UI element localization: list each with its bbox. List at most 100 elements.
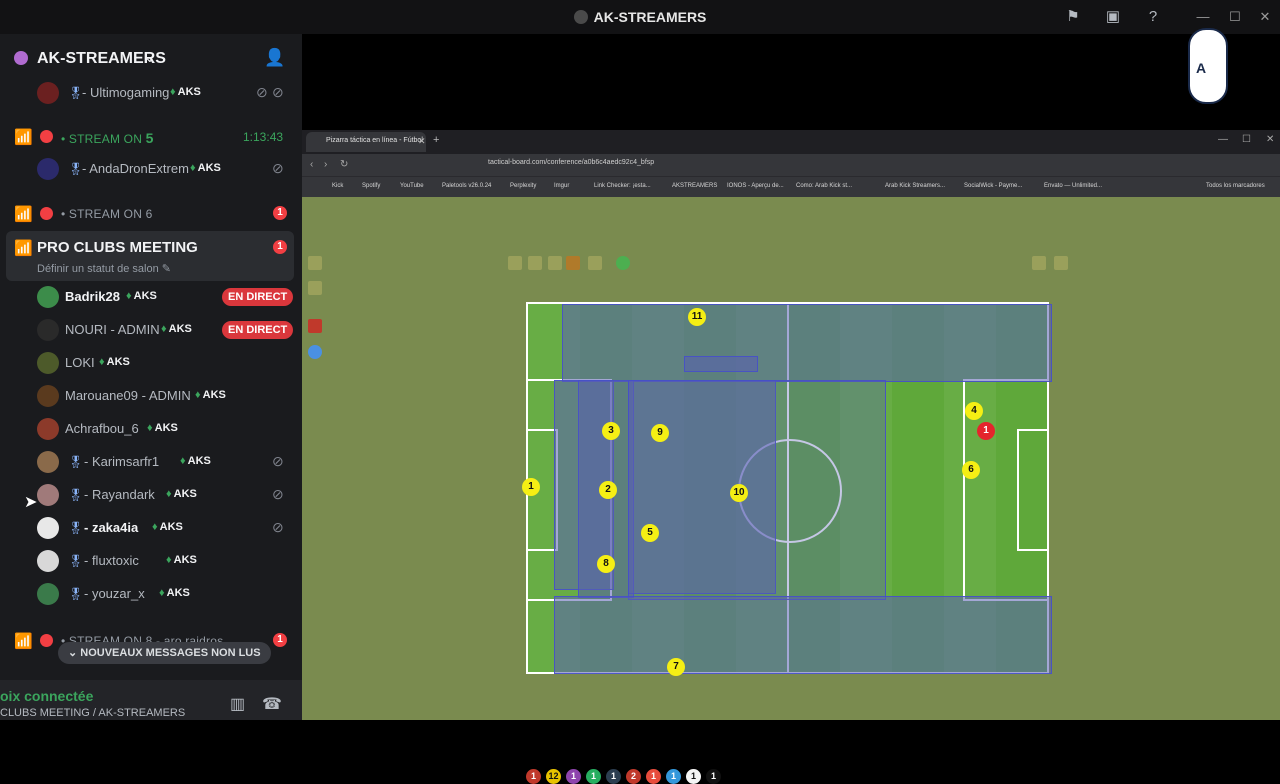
grid-icon[interactable] xyxy=(566,256,580,270)
voice-user[interactable]: 🎖 - Karimsarfr1 ♦ AKS ⊘ xyxy=(0,447,302,477)
voice-user[interactable]: LOKI ♦ AKS xyxy=(0,348,302,378)
channel-stream-5[interactable]: 📶 • STREAM ON 5 1:13:43 xyxy=(0,120,302,152)
download-icon[interactable] xyxy=(508,256,522,270)
chevron-down-icon[interactable]: ⌄ xyxy=(144,49,156,66)
bookmark-item[interactable]: Paletools v26.0.24 xyxy=(442,183,491,189)
bookmark-item[interactable]: Spotify xyxy=(362,183,380,189)
language-flag-icon[interactable] xyxy=(308,319,322,333)
help-icon[interactable]: ? xyxy=(1144,8,1162,26)
medal-icon: 🎖 xyxy=(68,521,84,535)
bookmark-item[interactable]: YouTube xyxy=(400,183,424,189)
palette-chip[interactable]: 1 xyxy=(606,769,621,784)
expand-icon[interactable] xyxy=(308,281,322,295)
player-token[interactable]: 1 xyxy=(522,478,540,496)
channel-stream-6[interactable]: 📶 • STREAM ON 6 1 xyxy=(0,197,302,229)
bookmark-item[interactable]: SocialWick - Payme... xyxy=(964,183,1022,189)
bookmark-item[interactable]: Perplexity xyxy=(510,183,536,189)
palette-chip[interactable]: 1 xyxy=(666,769,681,784)
palette-chip[interactable]: 1 xyxy=(566,769,581,784)
disconnect-icon[interactable]: ☎ xyxy=(262,694,282,714)
player-token[interactable]: 9 xyxy=(651,424,669,442)
tactic-zone[interactable] xyxy=(684,356,758,372)
tactic-zone[interactable] xyxy=(562,304,1052,382)
maximize-button[interactable]: ☐ xyxy=(1226,8,1244,26)
bookmark-item[interactable]: AKSTREAMERS xyxy=(672,183,717,189)
help-icon[interactable] xyxy=(308,345,322,359)
url-field[interactable]: tactical-board.com/conference/a0b6c4aedc… xyxy=(488,159,988,171)
add-user-icon[interactable]: 👤 xyxy=(264,48,285,68)
opponent-token[interactable]: 1 xyxy=(977,422,995,440)
channel-name: • STREAM ON 5 xyxy=(61,130,154,146)
voice-user[interactable]: Achrafbou_6 ♦ AKS xyxy=(0,414,302,444)
tactic-zone[interactable] xyxy=(628,380,886,600)
app-title: AK-STREAMERS xyxy=(0,9,1280,25)
bookmark-item[interactable]: Arab Kick Streamers... xyxy=(885,183,945,189)
new-tab-icon[interactable]: + xyxy=(433,134,439,146)
voice-user[interactable]: 🎖 - Ultimogaming ♦ AKS ⊘ ⊘ xyxy=(0,78,302,108)
minimize-button[interactable]: — xyxy=(1194,8,1212,26)
bookmark-item[interactable]: Link Checker: ¡esta... xyxy=(594,183,651,189)
voice-user[interactable]: 🎖 - Rayandark ♦ AKS ⊘ xyxy=(0,480,302,510)
player-token[interactable]: 5 xyxy=(641,524,659,542)
player-token[interactable]: 10 xyxy=(730,484,748,502)
bookmark-item[interactable]: Envato — Unlimited... xyxy=(1044,183,1102,189)
palette-chip[interactable]: 1 xyxy=(686,769,701,784)
voice-user[interactable]: Badrik28 ♦ AKS EN DIRECT xyxy=(0,282,302,312)
bookmark-item[interactable]: Kick xyxy=(332,183,343,189)
screen-share-icon[interactable]: ▣ xyxy=(1104,8,1122,26)
link-icon[interactable] xyxy=(588,256,602,270)
bookmark-item[interactable]: Imgur xyxy=(554,183,569,189)
voice-user[interactable]: NOURI - ADMIN ♦ AKS EN DIRECT xyxy=(0,315,302,345)
voice-user[interactable]: Marouane09 - ADMIN ♦ AKS xyxy=(0,381,302,411)
soundboard-icon[interactable]: ▥ xyxy=(230,694,245,714)
close-button[interactable]: ✕ xyxy=(1256,8,1274,26)
bookmark-item[interactable]: Como: Arab Kick st... xyxy=(796,183,852,189)
close-button[interactable]: ✕ xyxy=(1266,134,1274,145)
palette-chip[interactable]: 12 xyxy=(546,769,561,784)
voice-user[interactable]: 🎖 - AndaDronExtrem ♦ AKS ⊘ xyxy=(0,154,302,184)
voice-user[interactable]: 🎖 - zaka4ia ♦ AKS ⊘ xyxy=(0,513,302,543)
user-tag: ♦ AKS xyxy=(126,290,157,302)
new-messages-button[interactable]: ⌄ NOUVEAUX MESSAGES NON LUS xyxy=(58,642,271,664)
voice-user[interactable]: 🎖 - fluxtoxic ♦ AKS xyxy=(0,546,302,576)
flag-icon[interactable]: ⚑ xyxy=(1064,8,1082,26)
reload-icon[interactable]: ↻ xyxy=(340,159,348,170)
bookmark-icon[interactable] xyxy=(548,256,562,270)
close-tab-icon[interactable]: ✕ xyxy=(418,136,426,147)
forward-icon[interactable]: › xyxy=(324,159,327,170)
palette-chip[interactable]: 1 xyxy=(526,769,541,784)
tactical-board-page: 11 3 9 1 2 10 5 8 7 4 6 1 1 12 1 1 1 2 1 1 1 1 xyxy=(302,197,1280,784)
player-token[interactable]: 4 xyxy=(965,402,983,420)
player-token[interactable]: 8 xyxy=(597,555,615,573)
player-token[interactable]: 3 xyxy=(602,422,620,440)
player-token[interactable]: 2 xyxy=(599,481,617,499)
minimize-button[interactable]: — xyxy=(1218,134,1228,145)
crop-icon[interactable] xyxy=(528,256,542,270)
channel-pro-clubs-meeting[interactable]: 📶 PRO CLUBS MEETING Définir un statut de… xyxy=(6,231,294,281)
bookmark-item[interactable]: IONOS - Aperçu de... xyxy=(727,183,784,189)
app-titlebar: AK-STREAMERS ⚑ ▣ ? — ☐ ✕ xyxy=(0,0,1280,34)
tactic-zone[interactable] xyxy=(554,596,1052,674)
palette-chip[interactable]: 1 xyxy=(646,769,661,784)
palette-chip[interactable]: 1 xyxy=(586,769,601,784)
voice-channel-path[interactable]: CLUBS MEETING / AK-STREAMERS xyxy=(0,707,185,719)
palette-chip[interactable]: 1 xyxy=(706,769,721,784)
back-icon[interactable]: ‹ xyxy=(310,159,313,170)
player-token[interactable]: 7 xyxy=(667,658,685,676)
channel-sidebar: AK-STREAMERS ⌄ 👤 🎖 - Ultimogaming ♦ AKS ⊘… xyxy=(0,34,302,720)
palette-chip[interactable]: 2 xyxy=(626,769,641,784)
browser-tab[interactable]: Pizarra táctica en línea - Fútbol ✕ xyxy=(306,132,426,152)
user-tag: ♦ AKS xyxy=(161,323,192,335)
menu-icon[interactable] xyxy=(308,256,322,270)
settings-icon[interactable] xyxy=(1032,256,1046,270)
user-icon[interactable] xyxy=(1054,256,1068,270)
server-header[interactable]: AK-STREAMERS ⌄ 👤 xyxy=(0,34,302,82)
channel-status[interactable]: Définir un statut de salon ✎ xyxy=(37,262,171,275)
user-name: - Ultimogaming xyxy=(82,85,170,100)
bookmark-item[interactable]: Todos los marcadores xyxy=(1206,183,1265,189)
voice-user[interactable]: 🎖 - youzar_x ♦ AKS xyxy=(0,579,302,609)
team-crest-icon xyxy=(1188,28,1228,104)
player-token[interactable]: 6 xyxy=(962,461,980,479)
maximize-button[interactable]: ☐ xyxy=(1242,134,1251,145)
player-token[interactable]: 11 xyxy=(688,308,706,326)
